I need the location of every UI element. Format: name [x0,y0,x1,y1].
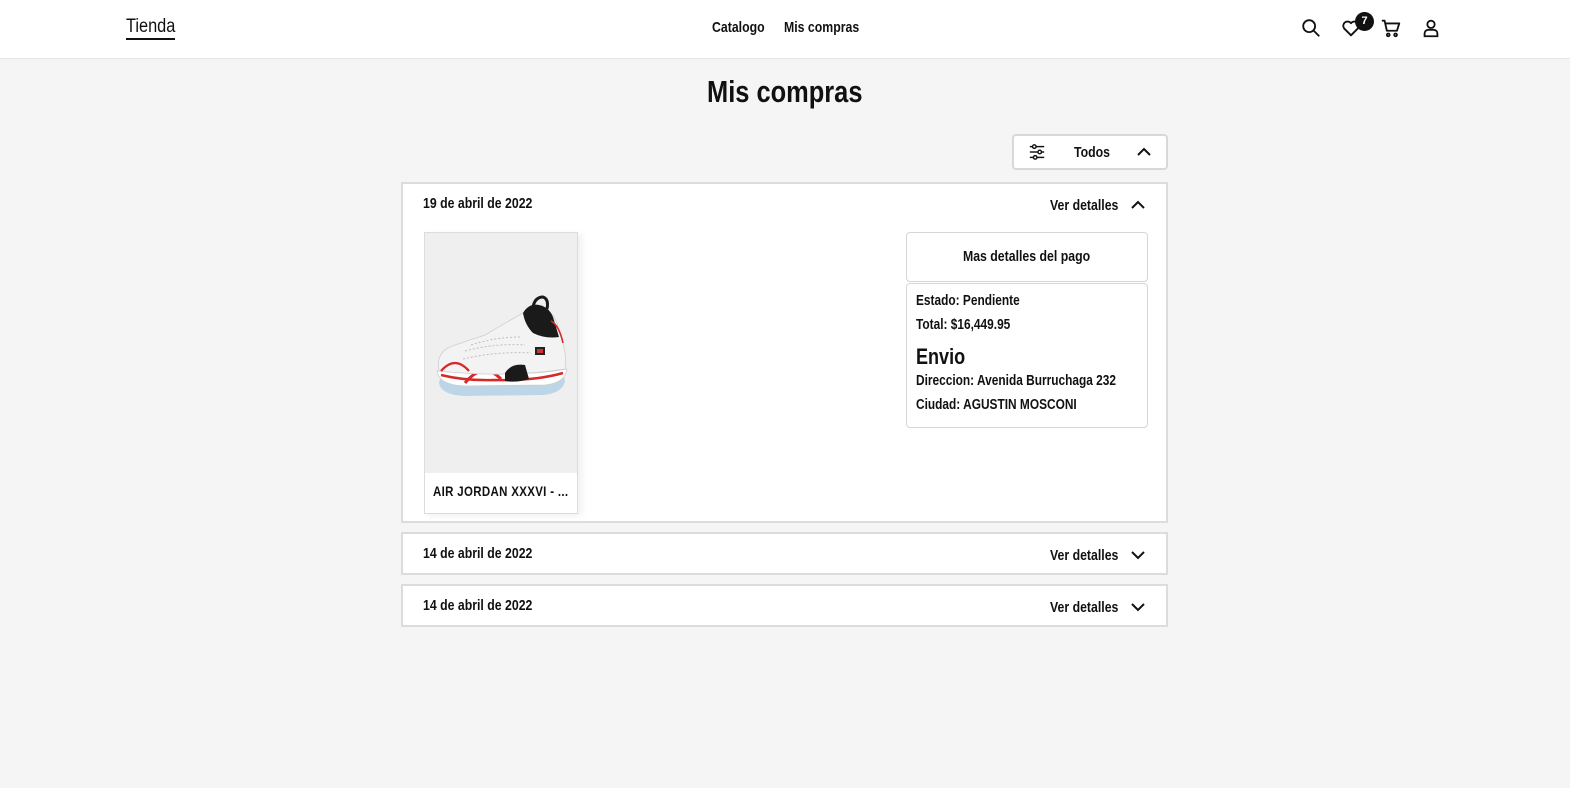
chevron-up-icon [1137,147,1151,156]
search-icon[interactable] [1300,17,1322,39]
brand-logo[interactable]: Tienda [126,17,176,40]
sneaker-image [436,295,568,396]
view-details-label: Ver detalles [1049,598,1118,616]
product-image [425,233,577,473]
order-card: 14 de abril de 2022 Ver detalles [401,532,1168,575]
payment-details-button[interactable]: Mas detalles del pago [906,232,1148,282]
cart-icon[interactable] [1380,17,1402,39]
filter-label: Todos [1074,144,1110,161]
nav-link-mis-compras[interactable]: Mis compras [784,19,859,36]
order-card: 14 de abril de 2022 Ver detalles [401,584,1168,627]
product-card[interactable]: AIR JORDAN XXXVI - ... [424,232,578,514]
payment-total: Total: $16,449.95 [916,317,1011,333]
top-header: Tienda Catalogo Mis compras 7 [0,0,1570,59]
view-details-toggle[interactable]: Ver detalles [1035,195,1146,215]
order-date: 14 de abril de 2022 [423,597,533,614]
product-name: AIR JORDAN XXXVI - ... [433,483,569,499]
user-icon[interactable] [1420,17,1442,39]
nav-link-catalogo[interactable]: Catalogo [712,19,765,36]
page-title: Mis compras [707,74,863,109]
status-filter-dropdown[interactable]: Todos [1012,134,1168,170]
chevron-down-icon [1131,551,1145,560]
view-details-toggle[interactable]: Ver detalles [1035,545,1146,565]
view-details-toggle[interactable]: Ver detalles [1035,597,1146,617]
wishlist-count-badge: 7 [1355,12,1374,31]
order-date: 19 de abril de 2022 [423,195,533,212]
view-details-label: Ver detalles [1049,546,1118,564]
main-nav: Catalogo Mis compras [712,19,864,36]
payment-status: Estado: Pendiente [916,293,1020,309]
chevron-up-icon [1131,200,1145,209]
shipping-heading: Envio [916,344,966,369]
order-card: 19 de abril de 2022 Ver detalles AIR JOR… [401,182,1168,523]
shipping-address: Direccion: Avenida Burruchaga 232 [916,373,1117,389]
chevron-down-icon [1131,603,1145,612]
sliders-icon [1029,144,1045,160]
order-date: 14 de abril de 2022 [423,545,533,562]
view-details-label: Ver detalles [1049,196,1118,214]
payment-info-panel: Estado: Pendiente Total: $16,449.95 Envi… [906,283,1148,428]
shipping-city: Ciudad: AGUSTIN MOSCONI [916,397,1077,413]
